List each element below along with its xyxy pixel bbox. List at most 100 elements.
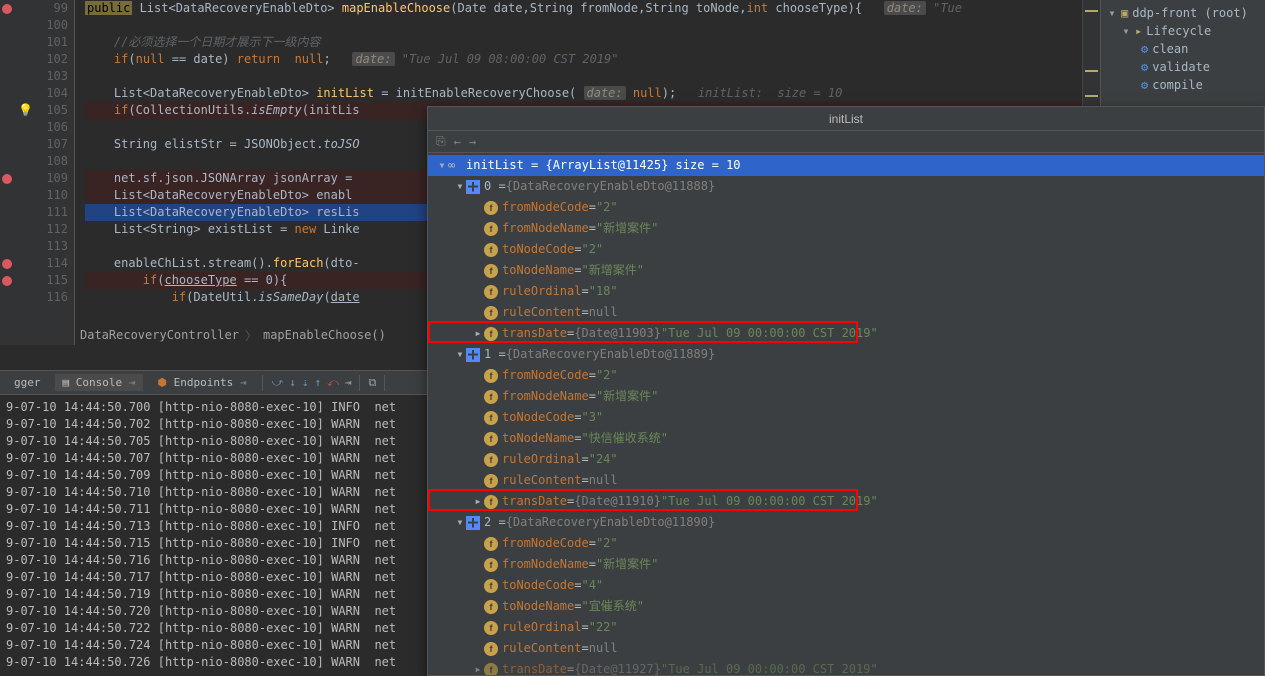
copy-icon[interactable]: ⎘ [436, 134, 446, 149]
maven-panel[interactable]: ▾ ▣ ddp-front (root) ▾ ▸ Lifecycle ⚙ cle… [1100, 0, 1265, 110]
tree-field[interactable]: fruleOrdinal = "22" [428, 617, 1264, 638]
field-icon: f [484, 432, 498, 446]
chevron-right-icon[interactable]: ▸ [472, 323, 484, 344]
tree-field[interactable]: ftoNodeName = "新增案件" [428, 260, 1264, 281]
line-number[interactable]: 104 [0, 85, 68, 102]
chevron-right-icon[interactable]: ▸ [472, 491, 484, 512]
line-number[interactable]: 100 [0, 17, 68, 34]
pin-icon[interactable]: ⇥ [129, 376, 136, 389]
object-icon [466, 348, 480, 362]
line-number[interactable]: 116 [0, 289, 68, 306]
run-to-cursor-icon[interactable]: ⇥ [345, 376, 352, 389]
object-icon [466, 516, 480, 530]
tree-field[interactable]: ftoNodeCode = "2" [428, 239, 1264, 260]
tab-console[interactable]: ▤ Console ⇥ [55, 374, 144, 391]
chevron-down-icon[interactable]: ▾ [1121, 24, 1131, 38]
line-number[interactable]: 107 [0, 136, 68, 153]
tree-field[interactable]: fruleContent = null [428, 302, 1264, 323]
back-icon[interactable]: ← [454, 135, 461, 149]
maven-root[interactable]: ▾ ▣ ddp-front (root) [1103, 4, 1263, 22]
line-number[interactable]: 111 [0, 204, 68, 221]
step-into-icon[interactable]: ↓ [289, 376, 296, 389]
forward-icon[interactable]: → [469, 135, 476, 149]
endpoints-icon: ⬢ [157, 376, 167, 389]
step-over-icon[interactable]: ⤻ [271, 376, 283, 390]
line-number[interactable]: 114 [0, 255, 68, 272]
tree-field[interactable]: ▸ftransDate = {Date@11903} "Tue Jul 09 0… [428, 323, 1264, 344]
chevron-down-icon[interactable]: ▾ [454, 344, 466, 365]
field-icon: f [484, 600, 498, 614]
line-number[interactable]: 99 [0, 0, 68, 17]
tree-field[interactable]: ftoNodeName = "快信催收系统" [428, 428, 1264, 449]
breadcrumb-method[interactable]: mapEnableChoose() [263, 328, 386, 342]
tree-field[interactable]: ffromNodeName = "新增案件" [428, 386, 1264, 407]
tab-endpoints[interactable]: ⬢ Endpoints ⇥ [149, 374, 254, 391]
line-number[interactable]: 106 [0, 119, 68, 136]
chevron-right-icon[interactable]: ▸ [472, 659, 484, 675]
field-icon: f [484, 201, 498, 215]
lifecycle-goal[interactable]: ⚙ validate [1103, 58, 1263, 76]
tree-root[interactable]: ▾∞initList = {ArrayList@11425} size = 10 [428, 155, 1264, 176]
tree-field[interactable]: ffromNodeName = "新增案件" [428, 554, 1264, 575]
tree-field[interactable]: ▸ftransDate = {Date@11927} "Tue Jul 09 0… [428, 659, 1264, 675]
tree-field[interactable]: ffromNodeCode = "2" [428, 533, 1264, 554]
line-number[interactable]: 113 [0, 238, 68, 255]
tree-object[interactable]: ▾0 = {DataRecoveryEnableDto@11888} [428, 176, 1264, 197]
field-icon: f [484, 390, 498, 404]
maven-lifecycle[interactable]: ▾ ▸ Lifecycle [1103, 22, 1263, 40]
debug-popup[interactable]: initList ⎘ ← → ▾∞initList = {ArrayList@1… [427, 106, 1265, 676]
breadcrumb[interactable]: DataRecoveryController 〉 mapEnableChoose… [80, 325, 386, 345]
field-icon: f [484, 663, 498, 676]
field-icon: f [484, 411, 498, 425]
line-number[interactable]: 108 [0, 153, 68, 170]
tree-field[interactable]: ffromNodeCode = "2" [428, 365, 1264, 386]
lifecycle-goal[interactable]: ⚙ clean [1103, 40, 1263, 58]
breadcrumb-class[interactable]: DataRecoveryController [80, 328, 239, 342]
tree-field[interactable]: ▸ftransDate = {Date@11910} "Tue Jul 09 0… [428, 491, 1264, 512]
tree-object[interactable]: ▾1 = {DataRecoveryEnableDto@11889} [428, 344, 1264, 365]
step-out-icon[interactable]: ↑ [314, 376, 321, 389]
tree-object[interactable]: ▾2 = {DataRecoveryEnableDto@11890} [428, 512, 1264, 533]
chevron-down-icon[interactable]: ▾ [1107, 6, 1117, 20]
field-icon: f [484, 579, 498, 593]
line-number[interactable]: 103 [0, 68, 68, 85]
field-icon: f [484, 327, 498, 341]
evaluate-icon[interactable]: ⧉ [368, 376, 376, 390]
force-step-into-icon[interactable]: ⇣ [302, 376, 309, 389]
tree-field[interactable]: fruleContent = null [428, 470, 1264, 491]
breadcrumb-sep: 〉 [245, 327, 257, 344]
folder-icon: ▸ [1135, 24, 1142, 38]
drop-frame-icon[interactable]: ⤺ [327, 376, 339, 390]
gear-icon: ⚙ [1141, 60, 1148, 74]
tree-field[interactable]: ffromNodeName = "新增案件" [428, 218, 1264, 239]
tab-logger[interactable]: gger [6, 374, 49, 391]
chevron-down-icon[interactable]: ▾ [454, 176, 466, 197]
module-icon: ▣ [1121, 6, 1128, 20]
chevron-down-icon[interactable]: ▾ [454, 512, 466, 533]
lifecycle-goal[interactable]: ⚙ compile [1103, 76, 1263, 94]
line-number[interactable]: 109 [0, 170, 68, 187]
line-number[interactable]: 102 [0, 51, 68, 68]
tree-field[interactable]: ftoNodeCode = "4" [428, 575, 1264, 596]
object-icon [466, 180, 480, 194]
popup-toolbar[interactable]: ⎘ ← → [428, 131, 1264, 153]
line-number[interactable]: 105 [0, 102, 68, 119]
line-number[interactable]: 115 [0, 272, 68, 289]
debug-tree[interactable]: ▾∞initList = {ArrayList@11425} size = 10… [428, 153, 1264, 675]
tree-field[interactable]: fruleOrdinal = "24" [428, 449, 1264, 470]
line-number[interactable]: 112 [0, 221, 68, 238]
tree-field[interactable]: ffromNodeCode = "2" [428, 197, 1264, 218]
field-icon: f [484, 369, 498, 383]
chevron-down-icon[interactable]: ▾ [436, 155, 448, 176]
gutter[interactable]: 9910010110210310410510610710810911011111… [0, 0, 75, 345]
tree-field[interactable]: ftoNodeCode = "3" [428, 407, 1264, 428]
pin-icon[interactable]: ⇥ [240, 376, 247, 389]
tree-field[interactable]: fruleContent = null [428, 638, 1264, 659]
line-number[interactable]: 101 [0, 34, 68, 51]
line-number[interactable]: 110 [0, 187, 68, 204]
tree-field[interactable]: ftoNodeName = "宜催系统" [428, 596, 1264, 617]
tree-field[interactable]: fruleOrdinal = "18" [428, 281, 1264, 302]
field-icon: f [484, 306, 498, 320]
field-icon: f [484, 285, 498, 299]
field-icon: f [484, 495, 498, 509]
